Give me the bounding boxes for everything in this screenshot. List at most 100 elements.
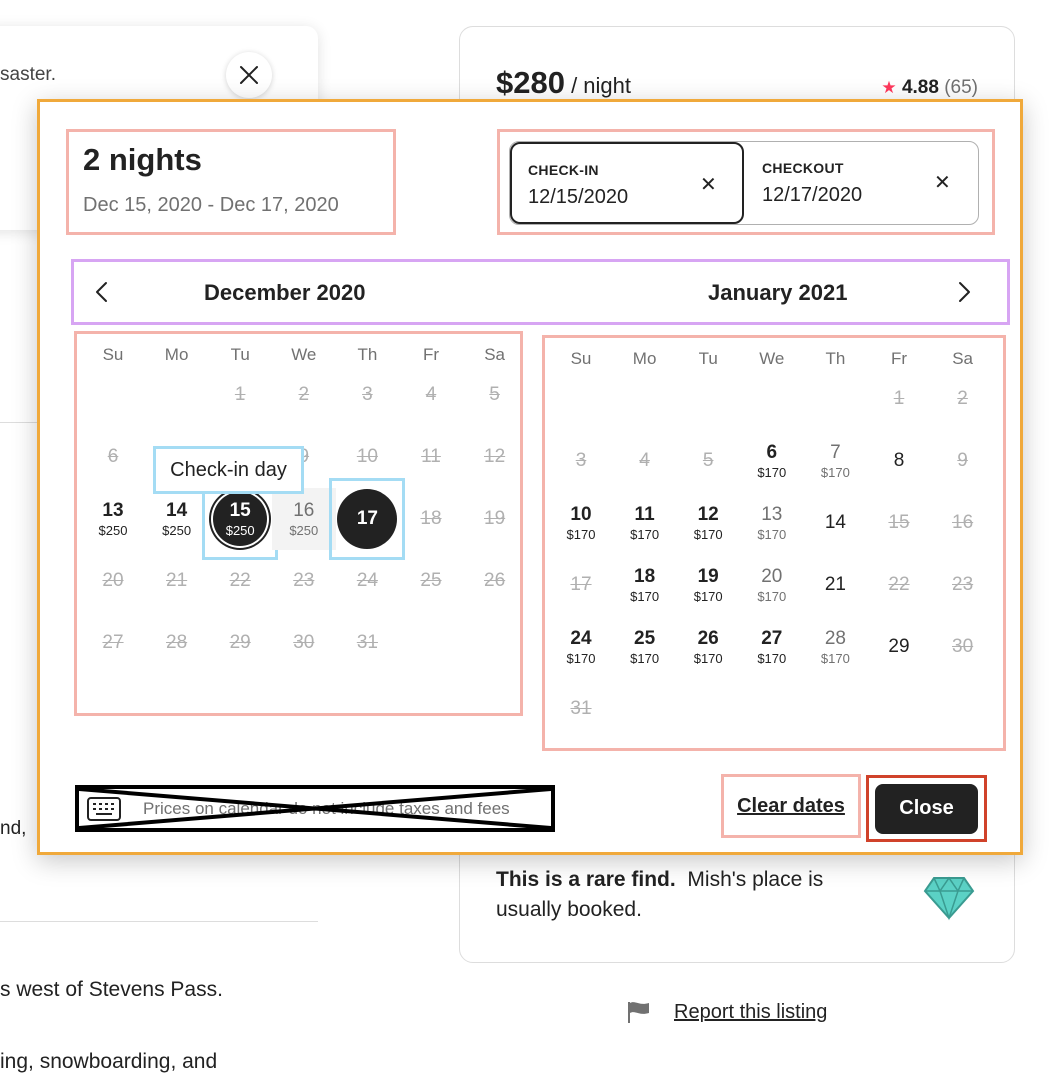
calendar-day-26: 26 (484, 570, 506, 591)
calendar-day-3: 3 (575, 450, 587, 471)
calendar-day-14[interactable]: 14 (803, 492, 867, 554)
price-amount: $280 (496, 65, 565, 100)
calendar-day-27[interactable]: 27 $170 (740, 616, 804, 678)
checkout-field[interactable]: CHECKOUT 12/17/2020 ✕ (746, 142, 978, 224)
calendar-december: SuMoTuWeThFrSa12345678910111213$25014$25… (74, 331, 523, 716)
calendar-day-24: 24 (356, 570, 378, 591)
calendar-day-13[interactable]: 13 $250 (81, 488, 145, 550)
body-text-fragment: nd, (0, 818, 27, 839)
checkin-label: CHECK-IN (528, 162, 599, 178)
calendar-day-12[interactable]: 12 $170 (676, 492, 740, 554)
weekday-label: Tu (698, 349, 718, 368)
calendar-day-1: 1 (893, 388, 905, 409)
calendar-day-10[interactable]: 10 $170 (549, 492, 613, 554)
flag-icon (628, 1002, 649, 1023)
calendar-day-25[interactable]: 25 $170 (613, 616, 677, 678)
close-icon (240, 66, 258, 84)
date-range: Dec 15, 2020 - Dec 17, 2020 (83, 194, 339, 216)
checkin-value: 12/15/2020 (528, 186, 629, 208)
rating-value: 4.88 (901, 77, 939, 98)
notice-text: saster. (0, 64, 56, 85)
checkin-field[interactable]: CHECK-IN 12/15/2020 ✕ (510, 142, 744, 224)
calendar-day-15: 15 (888, 512, 910, 533)
weekday-label: Th (825, 349, 846, 368)
review-count: (65) (944, 77, 978, 98)
calendar-day-9: 9 (957, 450, 968, 471)
weekday-label: Tu (230, 345, 250, 364)
calendar-day-20[interactable]: 20 $170 (740, 554, 804, 616)
nights-title: 2 nights (83, 142, 202, 177)
calendar-day-19: 19 (484, 508, 506, 529)
weekday-label: Mo (164, 345, 189, 364)
weekday-label: We (291, 345, 317, 364)
date-inputs: CHECK-IN 12/15/2020 ✕ CHECKOUT 12/17/202… (509, 141, 979, 225)
clear-dates-box: Clear dates (721, 774, 861, 838)
calendar-day-6: 6 (107, 446, 119, 467)
calendar-day-6[interactable]: 6 $170 (740, 430, 804, 492)
calendar-day-4: 4 (639, 450, 650, 471)
calendar-day-16: 16 (952, 512, 974, 533)
calendar-day-19[interactable]: 19 $170 (676, 554, 740, 616)
rating[interactable]: ★ 4.88 (65) (881, 77, 978, 99)
calendar-day-4: 4 (425, 384, 437, 405)
clear-checkin-icon[interactable]: ✕ (700, 172, 717, 197)
calendar-day-26[interactable]: 26 $170 (676, 616, 740, 678)
nightly-price: $280 / night (496, 65, 631, 101)
rare-find-title: This is a rare find. (496, 868, 676, 891)
calendar-day-8[interactable]: 8 (867, 430, 931, 492)
weekday-label: Su (102, 345, 124, 364)
calendar-day-14[interactable]: 14 $250 (145, 488, 209, 550)
calendar-day-18[interactable]: 18 $170 (613, 554, 677, 616)
close-button-box: Close (866, 775, 987, 842)
cross-out-mark (79, 789, 551, 828)
chevron-left-icon[interactable] (90, 279, 116, 305)
chevron-right-icon[interactable] (950, 279, 976, 305)
weekday-label: Fr (422, 345, 440, 364)
divider (0, 921, 318, 922)
checkin-day-tooltip: Check-in day (153, 446, 304, 494)
calendar-day-31: 31 (570, 698, 592, 719)
month-navigation: December 2020 January 2021 (71, 259, 1010, 325)
calendar-day-11[interactable]: 11 $170 (613, 492, 677, 554)
calendar-january: Su Mo Tu We Th Fr Sa 1 2 3 4 5 6 $170 7 $170 8 9 10 $170 11 $… (542, 335, 1006, 751)
calendar-day-20: 20 (102, 570, 124, 591)
diamond-icon (923, 876, 975, 921)
calendar-day-31: 31 (356, 632, 378, 653)
date-inputs-panel: CHECK-IN 12/15/2020 ✕ CHECKOUT 12/17/202… (497, 129, 995, 235)
price-unit: / night (564, 73, 632, 98)
close-button[interactable]: Close (875, 783, 978, 834)
calendar-day-16[interactable]: 16 $250 (271, 488, 336, 550)
calendar-day-23: 23 (293, 570, 315, 591)
body-text-line: ing, snowboarding, and (0, 1050, 218, 1073)
weekday-label: We (759, 349, 785, 368)
clear-dates-link[interactable]: Clear dates (737, 795, 845, 818)
calendar-day-29: 29 (229, 632, 251, 653)
calendar-day-2: 2 (957, 388, 968, 409)
calendar-day-13[interactable]: 13 $170 (740, 492, 804, 554)
clear-checkout-icon[interactable]: ✕ (934, 170, 951, 195)
calendar-day-30: 30 (293, 632, 315, 653)
weekday-label: Su (570, 349, 592, 368)
calendar-day-24[interactable]: 24 $170 (549, 616, 613, 678)
calendar-day-29[interactable]: 29 (867, 616, 931, 678)
calendar-day-7[interactable]: 7 $170 (803, 430, 867, 492)
notice-close-button[interactable] (226, 52, 272, 98)
keyboard-shortcuts-note[interactable]: Prices on calendar do not include taxes … (75, 785, 555, 832)
calendar-day-30: 30 (952, 636, 974, 657)
report-listing[interactable]: Report this listing (626, 1000, 827, 1024)
calendar-day-22: 22 (229, 570, 251, 591)
calendar-day-21: 21 (166, 570, 188, 591)
report-listing-link[interactable]: Report this listing (674, 1001, 827, 1024)
rare-find-message: This is a rare find. Mish's place is usu… (496, 865, 876, 925)
weekday-label: Th (357, 345, 378, 364)
nights-summary: 2 nights Dec 15, 2020 - Dec 17, 2020 (66, 129, 396, 235)
checkout-label: CHECKOUT (762, 160, 844, 176)
calendar-day-23: 23 (952, 574, 974, 595)
calendar-day-21[interactable]: 21 (803, 554, 867, 616)
calendar-day-3: 3 (362, 384, 373, 405)
calendar-day-18: 18 (420, 508, 442, 529)
body-text-line: s west of Stevens Pass. (0, 978, 223, 1001)
selected-day-highlight (329, 478, 406, 560)
weekday-label: Sa (952, 349, 973, 368)
calendar-day-28[interactable]: 28 $170 (803, 616, 867, 678)
